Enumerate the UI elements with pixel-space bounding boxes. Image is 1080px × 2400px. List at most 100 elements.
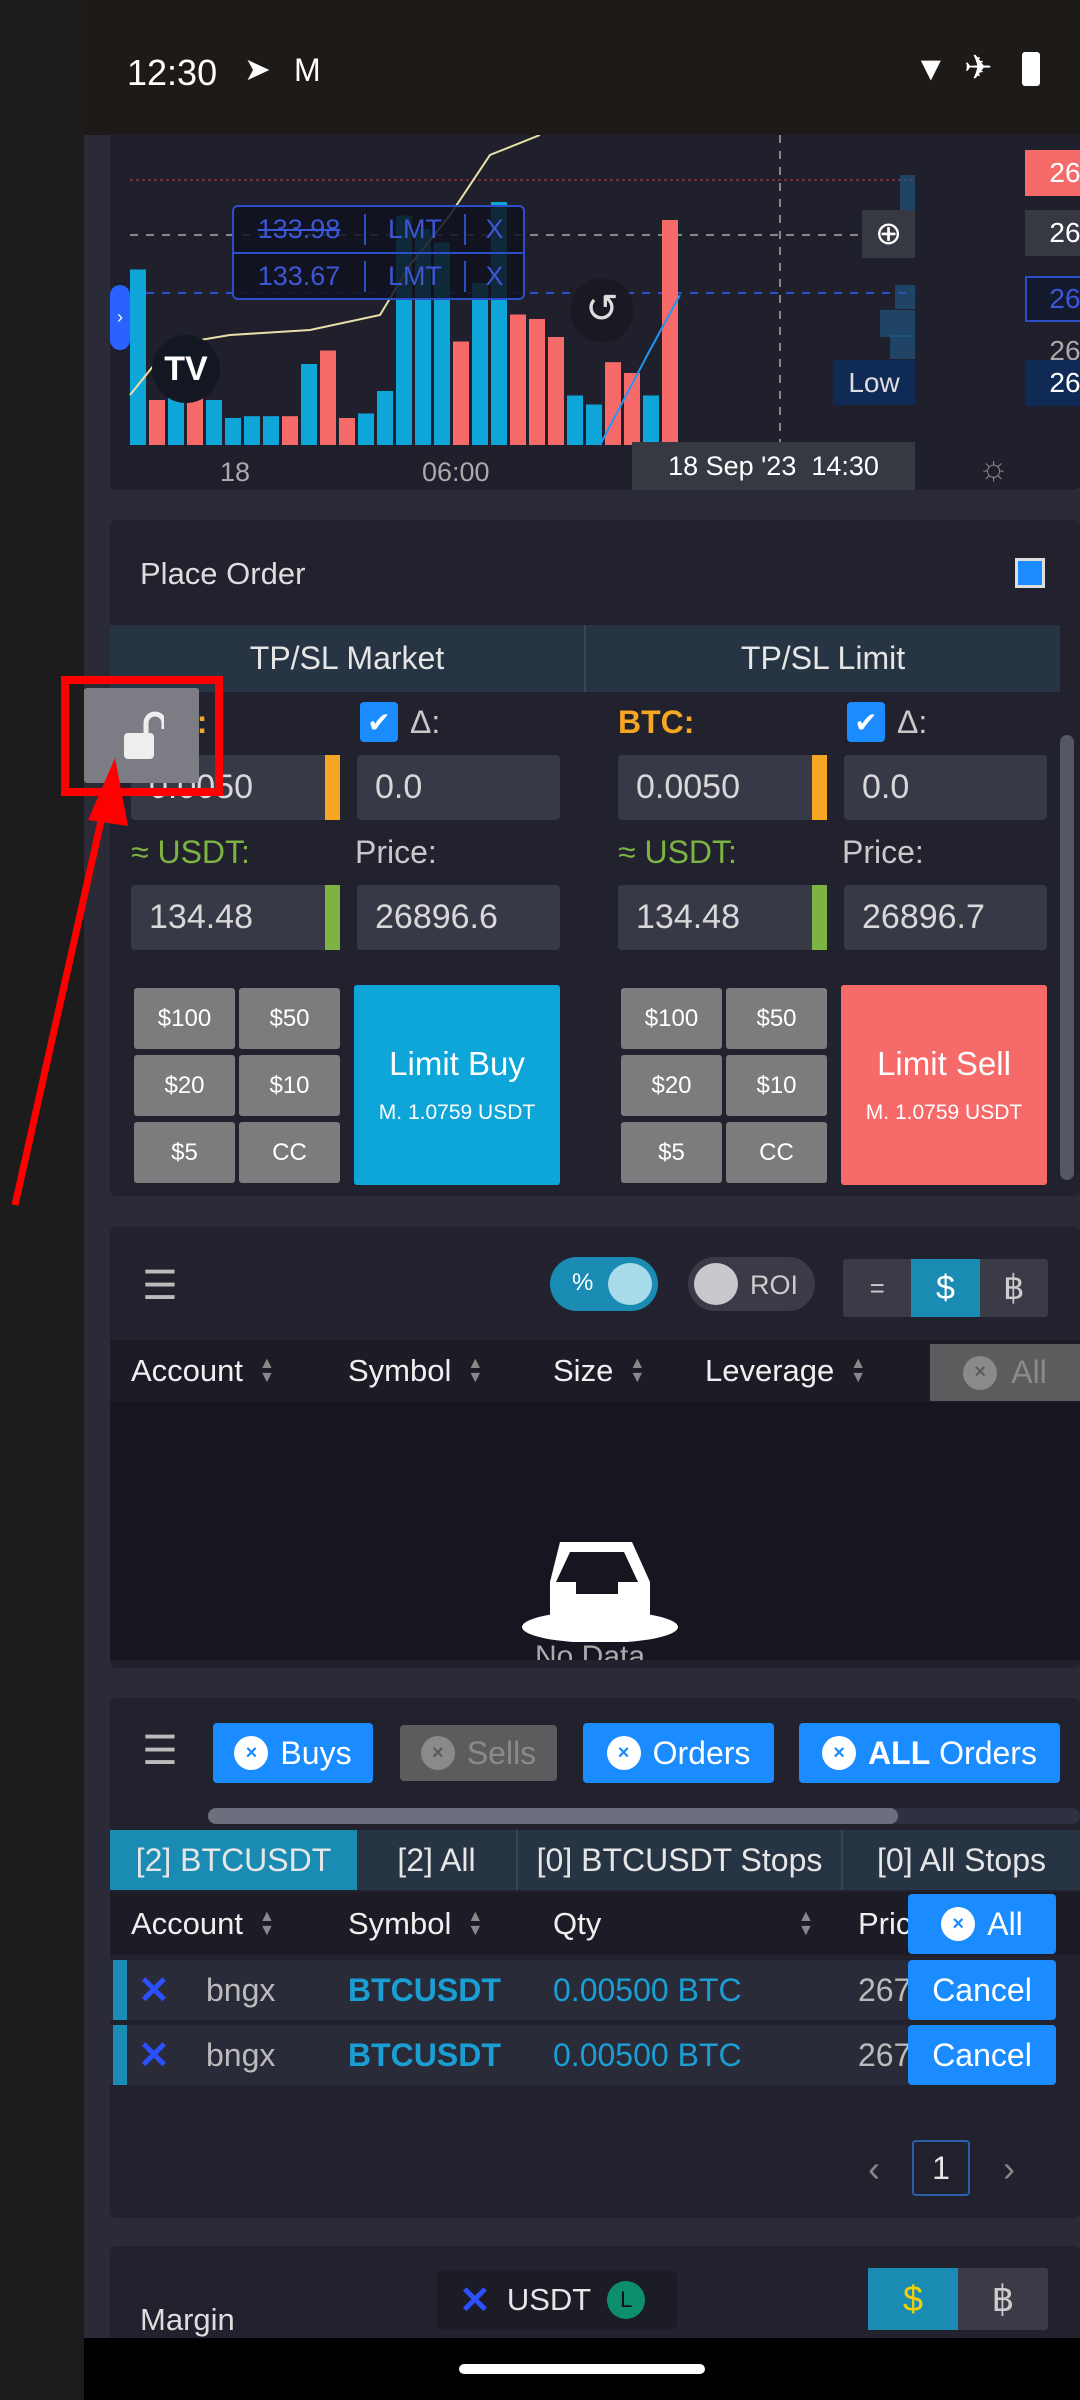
toggle-knob [608,1263,652,1305]
close-order-icon[interactable]: X [464,260,523,292]
empty-state: No Data [110,1402,1080,1660]
column-size[interactable]: Size ▲ ▼ [553,1345,645,1397]
filter-all-orders-chip[interactable]: × ALL Orders [799,1723,1060,1783]
table-row[interactable]: ✕ bngx BTCUSDT 0.00500 BTC 267 [110,1960,912,2020]
page-number[interactable]: 1 [912,2140,970,2196]
quick-amount-button[interactable]: $50 [239,988,340,1049]
menu-hamburger-icon[interactable]: ☰ [142,1263,178,1309]
column-account[interactable]: Account ▲ ▼ [131,1896,275,1952]
segment-equal[interactable]: = [843,1259,911,1317]
column-account[interactable]: Account ▲ ▼ [131,1345,275,1397]
column-symbol[interactable]: Symbol ▲ ▼ [348,1345,483,1397]
display-unit-segment: = $ ฿ [843,1259,1048,1317]
quick-amount-button[interactable]: $50 [726,988,827,1049]
menu-hamburger-icon[interactable]: ☰ [142,1728,178,1774]
limit-sell-button[interactable]: Limit Sell M. 1.0759 USDT [841,985,1047,1185]
column-leverage[interactable]: Leverage ▲ ▼ [705,1345,866,1397]
crosshair-time-label: 18 Sep '23 14:30 [632,442,915,490]
column-symbol[interactable]: Symbol ▲ ▼ [348,1896,483,1952]
column-qty[interactable]: Qty [553,1896,601,1952]
column-label: Account [131,1906,244,1941]
filter-sells-chip[interactable]: × Sells [400,1725,557,1781]
horizontal-scrollbar-thumb[interactable] [208,1808,898,1824]
order-book-bar [900,175,915,211]
volume-bar [510,314,526,445]
margin-panel: Margin ✕ USDT L $ ฿ [110,2246,1080,2346]
segment-btc[interactable]: ฿ [980,1259,1048,1317]
btc-amount-input[interactable]: 0.0050 [618,755,827,820]
input-value: 0.0050 [636,768,740,806]
usdt-amount-input[interactable]: 134.48 [618,885,827,950]
delta-checkbox[interactable]: ✔ [360,702,398,742]
cancel-order-button[interactable]: Cancel [908,1960,1056,2020]
asset-label: USDT [506,2282,592,2317]
next-page-icon[interactable]: › [1003,2148,1015,2190]
prev-page-icon[interactable]: ‹ [868,2148,880,2190]
delta-input[interactable]: 0.0 [357,755,560,820]
airplane-icon: ✈ [964,49,993,87]
order-line-label[interactable]: 133.98 LMT X [234,207,523,254]
close-icon: × [420,1736,455,1770]
price-input[interactable]: 26896.6 [357,885,560,950]
cancel-all-orders-button[interactable]: × All [908,1894,1056,1954]
button-label: All [1011,1354,1047,1390]
quick-amount-button[interactable]: $5 [621,1122,722,1183]
order-book-bar [880,310,915,337]
percent-toggle[interactable]: % [550,1257,658,1311]
segment-usd[interactable]: $ [868,2268,958,2330]
table-row[interactable]: ✕ bngx BTCUSDT 0.00500 BTC 267 [110,2025,911,2085]
quick-amount-button[interactable]: $10 [726,1055,827,1116]
order-qty: 133.98 [257,214,341,244]
segment-btc[interactable]: ฿ [958,2268,1048,2330]
quick-amount-button[interactable]: CC [726,1122,827,1183]
column-price[interactable]: Pric [858,1896,911,1952]
cancel-order-button[interactable]: Cancel [908,2025,1056,2085]
tab-btcusdt-stops[interactable]: [0] BTCUSDT Stops [518,1830,843,1890]
quick-amount-button[interactable]: $20 [621,1055,722,1116]
tab-btcusdt[interactable]: [2] BTCUSDT [110,1830,357,1890]
limit-buy-button[interactable]: Limit Buy M. 1.0759 USDT [354,985,560,1185]
chart-panel[interactable]: › TV 133.98 LMT X 133.67 LMT X ↺ 26895.3… [110,135,1080,490]
column-label: Account [131,1353,244,1388]
ask-price-label: 26895.3 [1025,150,1080,196]
chip-label: Orders [939,1734,1037,1771]
tab-all-stops[interactable]: [0] All Stops [843,1830,1080,1890]
expand-toolbar-button[interactable]: › [110,285,130,350]
qty-sort-icon[interactable]: ▲ ▼ [798,1896,814,1952]
chip-label: Buys [280,1734,352,1771]
filter-orders-chip[interactable]: × Orders [583,1723,774,1783]
segment-usd[interactable]: $ [911,1259,980,1317]
tab-tpsl-limit[interactable]: TP/SL Limit [586,625,1060,692]
input-value: 26896.6 [375,898,498,936]
quick-amount-button[interactable]: $10 [239,1055,340,1116]
input-value: 0.0 [862,768,910,806]
sort-icon: ▲ ▼ [798,1908,814,1939]
time-label: 18 [220,457,251,487]
close-all-positions-button[interactable]: × All [930,1344,1080,1401]
quick-amount-button[interactable]: $100 [621,988,722,1049]
order-qty: 133.67 [257,260,341,291]
order-line-label[interactable]: 133.67 LMT X [234,254,523,298]
toggle-panel-checkbox[interactable] [1015,558,1045,588]
panel-title: Place Order [140,556,306,591]
scrollbar[interactable] [1060,735,1074,1180]
delta-input[interactable]: 0.0 [844,755,1047,820]
undo-icon[interactable]: ↺ [570,278,634,342]
sort-icon: ▲ ▼ [259,1908,275,1939]
price-input[interactable]: 26896.7 [844,885,1047,950]
close-order-icon[interactable]: X [464,214,523,245]
order-lines-labels[interactable]: 133.98 LMT X 133.67 LMT X [232,205,525,300]
orders-panel: ☰ × Buys × Sells × Orders × ALL Orders [2] B… [110,1698,1080,2218]
delta-checkbox[interactable]: ✔ [847,702,885,742]
symbol-cell: BTCUSDT [348,2037,501,2073]
settings-gear-icon[interactable]: ☼ [978,449,1009,488]
roi-toggle[interactable]: ROI [688,1257,815,1311]
home-gesture-handle[interactable] [459,2364,705,2374]
tab-all[interactable]: [2] All [357,1830,518,1890]
add-order-plus-icon[interactable]: ⊕ [862,210,915,258]
volume-bar [301,364,317,445]
margin-asset-select[interactable]: ✕ USDT L [437,2270,677,2330]
quick-amount-button[interactable]: CC [239,1122,340,1183]
price-cell: 267 [858,1972,912,2008]
filter-buys-chip[interactable]: × Buys [213,1723,373,1783]
